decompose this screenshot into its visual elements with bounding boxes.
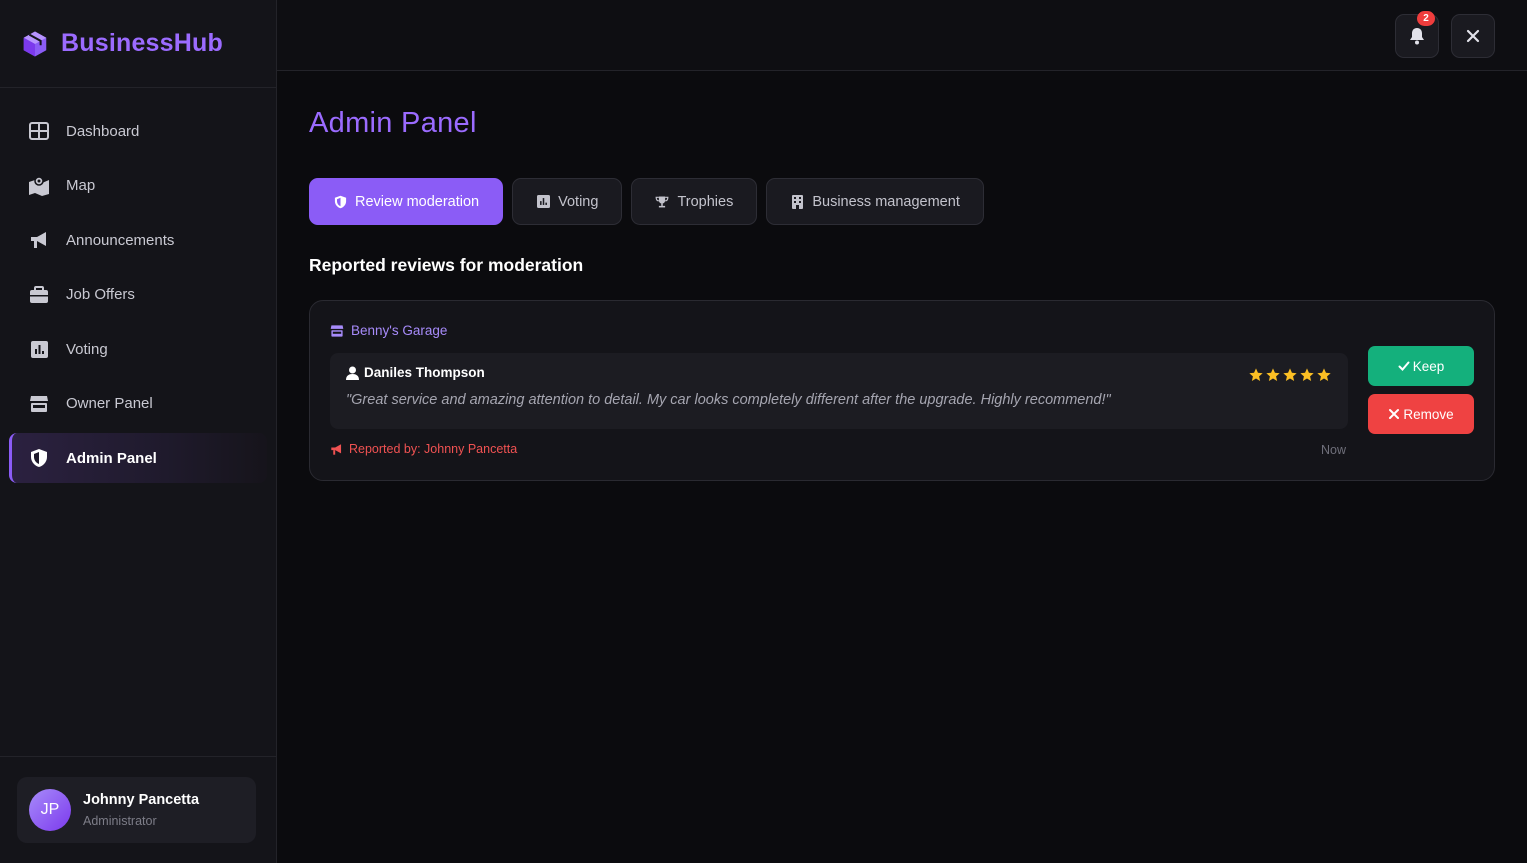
notifications-button[interactable]: 2 <box>1395 11 1439 58</box>
close-icon <box>1389 409 1400 419</box>
cube-icon <box>23 31 47 56</box>
sidebar-item-label: Announcements <box>66 231 175 249</box>
megaphone-icon <box>28 229 50 251</box>
sidebar-footer: JP Johnny Pancetta Administrator <box>0 756 276 863</box>
sidebar-item-dashboard[interactable]: Dashboard <box>9 106 267 156</box>
keep-button[interactable]: Keep <box>1368 346 1474 386</box>
sidebar: BusinessHub Dashboard Map Announcements … <box>0 0 277 863</box>
sidebar-item-admin-panel[interactable]: Admin Panel <box>9 433 267 483</box>
sidebar-item-label: Dashboard <box>66 122 140 140</box>
tab-label: Review moderation <box>355 193 480 210</box>
star-icon <box>1266 368 1280 381</box>
shield-icon <box>28 447 50 469</box>
tab-business-management[interactable]: Business management <box>766 178 984 225</box>
close-icon <box>1466 29 1480 43</box>
reviewer: Daniles Thompson <box>346 365 1332 380</box>
sidebar-item-label: Map <box>66 177 96 194</box>
close-button[interactable] <box>1451 14 1495 58</box>
main-content: Admin Panel Review moderation Voting Tro… <box>309 71 1495 481</box>
review-text: "Great service and amazing attention to … <box>346 392 1111 408</box>
store-icon <box>28 393 50 415</box>
business-link[interactable]: Benny's Garage <box>330 323 1474 338</box>
sidebar-item-label: Voting <box>66 340 108 358</box>
tab-trophies[interactable]: Trophies <box>631 178 758 225</box>
tab-bar: Review moderation Voting Trophies Busine… <box>309 178 1495 225</box>
check-icon <box>1398 361 1410 371</box>
report-card: Benny's Garage Daniles Thompson "Great s… <box>309 300 1495 481</box>
star-icon <box>1283 368 1297 381</box>
grid-icon <box>28 120 50 142</box>
sidebar-item-label: Admin Panel <box>66 449 157 467</box>
store-icon <box>330 324 344 337</box>
user-role: Administrator <box>83 814 157 828</box>
brand-name: BusinessHub <box>61 29 223 57</box>
tab-label: Trophies <box>677 193 734 210</box>
topbar: 2 <box>277 0 1527 71</box>
sidebar-item-label: Owner Panel <box>66 395 153 412</box>
chart-icon <box>28 338 50 360</box>
sidebar-item-job-offers[interactable]: Job Offers <box>9 270 267 320</box>
star-rating <box>1247 367 1332 383</box>
notification-badge: 2 <box>1417 11 1435 26</box>
remove-button[interactable]: Remove <box>1368 394 1474 434</box>
building-icon <box>790 194 804 209</box>
avatar: JP <box>29 789 71 831</box>
briefcase-icon <box>28 284 50 306</box>
tab-label: Voting <box>558 193 599 210</box>
brand[interactable]: BusinessHub <box>0 0 276 88</box>
sidebar-item-announcements[interactable]: Announcements <box>9 215 267 265</box>
star-icon <box>1249 368 1263 381</box>
map-icon <box>28 175 50 197</box>
tab-voting[interactable]: Voting <box>512 178 623 225</box>
page-title: Admin Panel <box>309 107 477 139</box>
tab-label: Business management <box>812 193 960 210</box>
reviewer-name: Daniles Thompson <box>364 365 485 380</box>
chart-icon <box>536 195 550 209</box>
sidebar-item-label: Job Offers <box>66 286 135 303</box>
review-box: Daniles Thompson "Great service and amaz… <box>330 353 1348 429</box>
remove-label: Remove <box>1403 406 1454 422</box>
megaphone-icon <box>331 443 342 455</box>
sidebar-item-voting[interactable]: Voting <box>9 324 267 374</box>
reported-by: Reported by: Johnny Pancetta <box>330 442 517 456</box>
business-name: Benny's Garage <box>351 323 448 338</box>
tab-review-moderation[interactable]: Review moderation <box>309 178 504 225</box>
user-icon <box>346 366 359 380</box>
keep-label: Keep <box>1412 358 1445 374</box>
user-name: Johnny Pancetta <box>83 792 200 808</box>
star-icon <box>1300 368 1314 381</box>
reported-by-text: Reported by: Johnny Pancetta <box>349 442 518 456</box>
shield-icon <box>333 195 347 209</box>
report-time: Now <box>1321 443 1347 457</box>
sidebar-item-owner-panel[interactable]: Owner Panel <box>9 379 267 429</box>
user-card[interactable]: JP Johnny Pancetta Administrator <box>17 777 256 843</box>
sidebar-nav: Dashboard Map Announcements Job Offers V… <box>0 88 276 483</box>
sidebar-item-map[interactable]: Map <box>9 161 267 211</box>
section-title: Reported reviews for moderation <box>309 255 584 275</box>
star-icon <box>1317 368 1331 381</box>
bell-icon <box>1410 28 1424 45</box>
trophy-icon <box>655 195 669 209</box>
